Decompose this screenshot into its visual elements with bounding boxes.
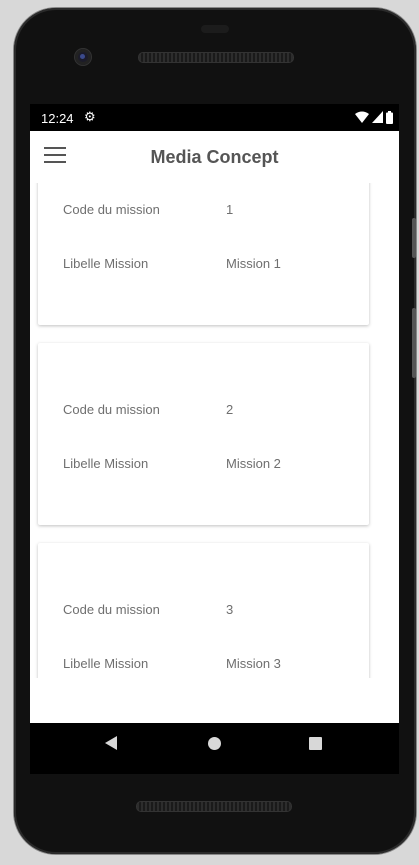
list-bottom-space bbox=[30, 678, 399, 723]
mission-card[interactable]: Code du mission 1 Libelle Mission Missio… bbox=[38, 183, 369, 325]
mission-libelle-value: Mission 1 bbox=[226, 256, 281, 271]
mission-libelle-label: Libelle Mission bbox=[63, 656, 149, 671]
mission-list[interactable]: Code du mission 1 Libelle Mission Missio… bbox=[30, 183, 399, 678]
bottom-speaker-grille bbox=[136, 801, 292, 812]
mission-libelle-row: Libelle Mission Mission 1 bbox=[63, 256, 359, 274]
signal-icon bbox=[372, 111, 383, 123]
earpiece bbox=[201, 25, 229, 33]
power-button bbox=[412, 218, 416, 258]
recents-icon[interactable] bbox=[309, 737, 322, 750]
mission-code-value: 3 bbox=[226, 602, 234, 617]
mission-code-value: 2 bbox=[226, 402, 234, 417]
wifi-icon bbox=[355, 111, 369, 123]
app-title: Media Concept bbox=[150, 147, 279, 167]
mission-code-label: Code du mission bbox=[63, 402, 160, 417]
mission-code-row: Code du mission 2 bbox=[63, 402, 359, 420]
phone-frame: 12:24 ⚙ Media Concept Code du mission 1 bbox=[14, 8, 416, 854]
volume-button bbox=[412, 308, 416, 378]
gear-icon: ⚙ bbox=[84, 109, 96, 124]
mission-libelle-value: Mission 2 bbox=[226, 456, 281, 471]
navigation-bar bbox=[30, 723, 399, 774]
mission-card[interactable]: Code du mission 2 Libelle Mission Missio… bbox=[38, 343, 369, 525]
mission-code-value: 1 bbox=[226, 202, 234, 217]
mission-libelle-row: Libelle Mission Mission 3 bbox=[63, 656, 359, 674]
mission-code-row: Code du mission 1 bbox=[63, 202, 359, 220]
mission-code-label: Code du mission bbox=[63, 602, 160, 617]
mission-libelle-row: Libelle Mission Mission 2 bbox=[63, 456, 359, 474]
mission-libelle-label: Libelle Mission bbox=[63, 456, 149, 471]
mission-card[interactable]: Code du mission 3 Libelle Mission Missio… bbox=[38, 543, 369, 678]
top-speaker-grille bbox=[138, 52, 294, 63]
status-bar: 12:24 ⚙ bbox=[30, 104, 399, 131]
mission-libelle-value: Mission 3 bbox=[226, 656, 281, 671]
status-icons bbox=[355, 110, 393, 124]
device-screen: 12:24 ⚙ Media Concept Code du mission 1 bbox=[30, 104, 399, 774]
mission-code-row: Code du mission 3 bbox=[63, 602, 359, 620]
battery-icon bbox=[386, 110, 393, 124]
home-icon[interactable] bbox=[208, 737, 221, 750]
status-time: 12:24 bbox=[41, 111, 74, 126]
back-icon[interactable] bbox=[105, 736, 117, 750]
mission-code-label: Code du mission bbox=[63, 202, 160, 217]
app-bar: Media Concept bbox=[30, 131, 399, 183]
front-camera bbox=[75, 49, 91, 65]
mission-libelle-label: Libelle Mission bbox=[63, 256, 149, 271]
